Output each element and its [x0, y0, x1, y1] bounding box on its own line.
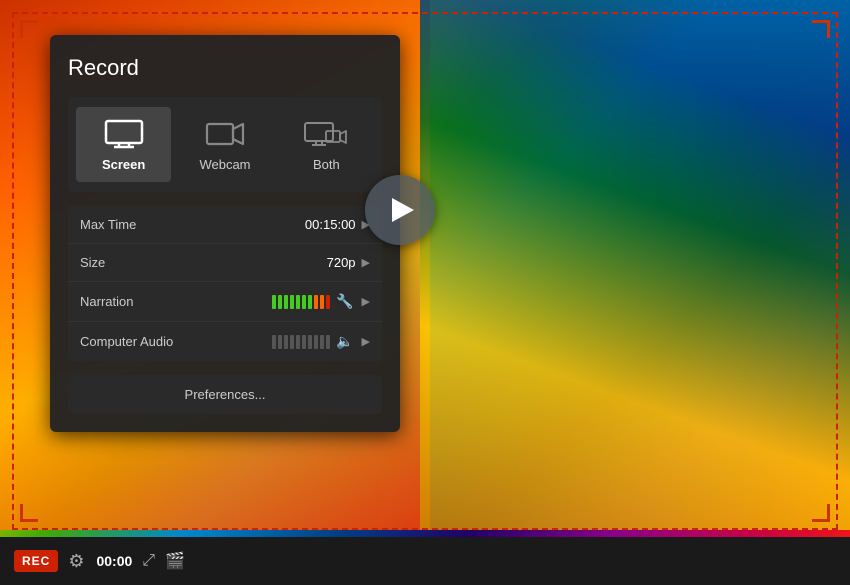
both-label: Both: [313, 157, 340, 172]
mode-selector: Screen Webcam: [68, 97, 382, 192]
size-row[interactable]: Size 720p ▶: [68, 244, 382, 282]
toolbar-time: 00:00: [96, 553, 132, 569]
settings-section: Max Time 00:15:00 ▶ Size 720p ▶ Narratio…: [68, 206, 382, 361]
corner-bl: [20, 504, 38, 522]
play-icon: [392, 198, 414, 222]
mode-both-button[interactable]: Both: [279, 107, 374, 182]
gbar-9: [320, 335, 324, 349]
computer-audio-chevron: ▶: [362, 335, 370, 348]
size-value: 720p: [327, 255, 356, 270]
webcam-icon: [203, 117, 247, 151]
size-label: Size: [80, 255, 190, 270]
gear-icon[interactable]: ⚙: [68, 551, 84, 572]
both-icon: [304, 117, 348, 151]
narration-bars: [272, 295, 330, 309]
bar-9: [320, 295, 324, 309]
webcam-label: Webcam: [199, 157, 250, 172]
mode-webcam-button[interactable]: Webcam: [177, 107, 272, 182]
bar-8: [314, 295, 318, 309]
computer-audio-row[interactable]: Computer Audio 🔈 ▶: [68, 322, 382, 361]
bar-7: [308, 295, 312, 309]
corner-tl: [20, 20, 38, 38]
gbar-8: [314, 335, 318, 349]
narration-chevron: ▶: [362, 295, 370, 308]
max-time-value: 00:15:00: [305, 217, 356, 232]
camera-icon[interactable]: 🎬: [165, 551, 185, 571]
gbar-6: [302, 335, 306, 349]
corner-br: [812, 504, 830, 522]
expand-icon[interactable]: ⤢: [142, 552, 155, 570]
size-chevron: ▶: [362, 256, 370, 269]
max-time-row[interactable]: Max Time 00:15:00 ▶: [68, 206, 382, 244]
narration-row[interactable]: Narration 🔧 ▶: [68, 282, 382, 322]
gbar-2: [278, 335, 282, 349]
record-panel: Record Screen Webcam: [50, 35, 400, 432]
computer-audio-bars: [272, 335, 330, 349]
screen-icon: [102, 117, 146, 151]
screen-label: Screen: [102, 157, 145, 172]
speaker-icon: 🔈: [336, 333, 353, 350]
panel-title: Record: [68, 55, 382, 81]
play-button[interactable]: [365, 175, 435, 245]
rec-badge: REC: [14, 550, 58, 572]
bar-5: [296, 295, 300, 309]
preferences-button[interactable]: Preferences...: [68, 375, 382, 414]
gbar-4: [290, 335, 294, 349]
gbar-3: [284, 335, 288, 349]
gbar-5: [296, 335, 300, 349]
bar-2: [278, 295, 282, 309]
max-time-label: Max Time: [80, 217, 190, 232]
bar-4: [290, 295, 294, 309]
bar-10: [326, 295, 330, 309]
narration-label: Narration: [80, 294, 190, 309]
mode-screen-button[interactable]: Screen: [76, 107, 171, 182]
bar-1: [272, 295, 276, 309]
gbar-1: [272, 335, 276, 349]
bar-6: [302, 295, 306, 309]
computer-audio-label: Computer Audio: [80, 334, 190, 349]
bar-3: [284, 295, 288, 309]
bottom-toolbar: REC ⚙ 00:00 ⤢ 🎬: [0, 537, 850, 585]
gbar-7: [308, 335, 312, 349]
mic-icon: 🔧: [336, 293, 353, 310]
corner-tr: [812, 20, 830, 38]
gbar-10: [326, 335, 330, 349]
